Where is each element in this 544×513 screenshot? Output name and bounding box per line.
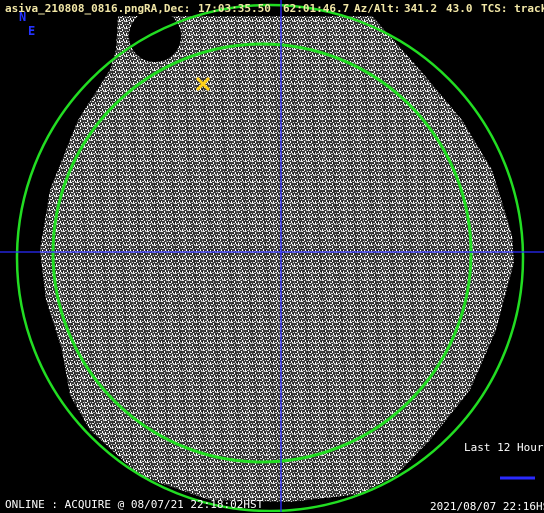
radec-label: RA,Dec: <box>144 2 191 15</box>
compass-east: E <box>28 24 36 38</box>
alt-value: 43.0 <box>446 2 473 15</box>
image-timestamp: 2021/08/07 22:16HST <box>430 500 544 513</box>
occulting-disk <box>129 10 181 62</box>
ra-value: 17:03:35.50 <box>198 2 271 15</box>
azalt-label: Az/Alt: <box>354 2 401 15</box>
legend-period: Last 12 Hours <box>464 441 544 454</box>
tcs-status: TCS: track <box>481 2 544 15</box>
compass-north: N <box>19 10 27 24</box>
sky-streaks <box>40 16 514 502</box>
acquire-status: ONLINE : ACQUIRE @ 08/07/21 22:18:02HST <box>5 498 264 511</box>
dec-value: 62:01:46.7 <box>283 2 350 15</box>
all-sky-camera-view <box>0 0 544 512</box>
az-value: 341.2 <box>404 2 438 15</box>
